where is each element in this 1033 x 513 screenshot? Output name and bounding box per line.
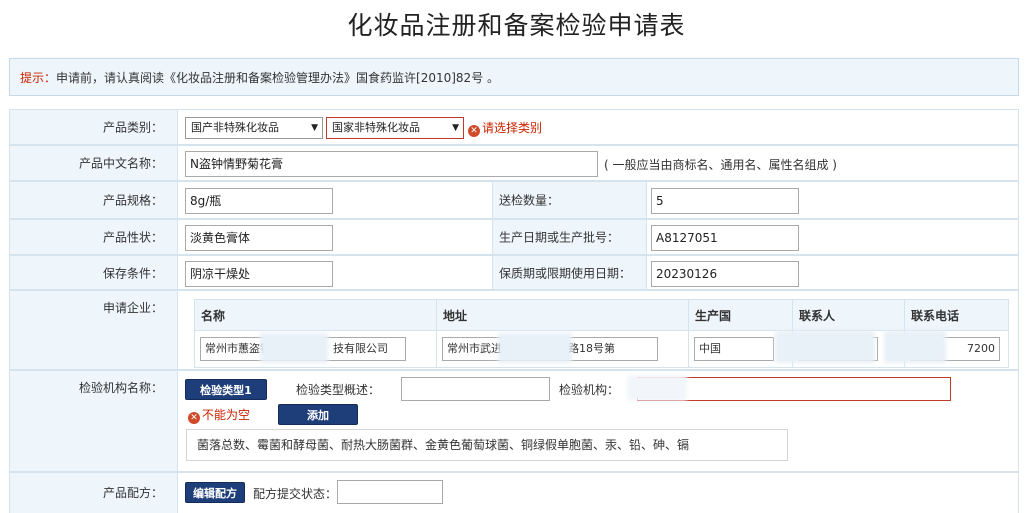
category-label: 产品类别： <box>10 110 178 144</box>
enterprise-header-contact: 联系人 <box>792 299 905 331</box>
inspection-overview-label: 检验类型概述： <box>296 383 381 397</box>
enterprise-label: 申请企业： <box>10 291 178 369</box>
spec-label: 产品规格： <box>10 182 178 218</box>
enterprise-header-address: 地址 <box>436 299 689 331</box>
error-icon: ✕ <box>188 412 200 424</box>
category-select-2-value: 国家非特殊化妆品 <box>332 121 420 134</box>
redaction-blur <box>775 331 875 363</box>
nature-label: 产品性状： <box>10 220 178 254</box>
category-error: ✕ 请选择类别 <box>468 119 542 137</box>
row-inspection: 检验机构名称： 检验类型1 检验类型概述： 检验机构： ✕ 不能为空 添加 菌落总… <box>9 370 1019 472</box>
enterprise-address-end: 路18号第 <box>568 342 615 355</box>
enterprise-header-country: 生产国 <box>688 299 793 331</box>
enterprise-country-input[interactable]: 中国 <box>694 337 774 361</box>
notice-text: 申请前，请认真阅读《化妆品注册和备案检验管理办法》国食药监许[2010]82号 … <box>56 71 500 85</box>
row-category: 产品类别： 国产非特殊化妆品 ▼ 国家非特殊化妆品 ▼ ✕ 请选择类别 <box>9 109 1019 145</box>
cn-name-hint: ( 一般应当由商标名、通用名、属性名组成 ) <box>604 158 837 172</box>
inspection-type-button[interactable]: 检验类型1 <box>185 379 267 400</box>
dropdown-arrow-icon: ▼ <box>311 123 318 133</box>
enterprise-name-end: 技有限公司 <box>333 342 388 355</box>
storage-input[interactable]: 阴凉干燥处 <box>185 261 333 287</box>
spec-input[interactable]: 8g/瓶 <box>185 188 333 214</box>
enterprise-header-phone: 联系电话 <box>904 299 1009 331</box>
qty-input[interactable]: 5 <box>651 188 799 214</box>
nature-input[interactable]: 淡黄色膏体 <box>185 225 333 251</box>
formula-label: 产品配方： <box>10 473 178 513</box>
notice-bar: 提示：申请前，请认真阅读《化妆品注册和备案检验管理办法》国食药监许[2010]8… <box>9 58 1019 96</box>
storage-label: 保存条件： <box>10 256 178 289</box>
category-select-1-value: 国产非特殊化妆品 <box>191 121 279 134</box>
formula-status-input[interactable] <box>337 480 443 504</box>
expiry-label: 保质期或限期使用日期： <box>492 256 647 289</box>
inspection-error: ✕ 不能为空 <box>188 406 250 424</box>
inspection-org-label: 检验机构： <box>559 383 620 397</box>
batch-label: 生产日期或生产批号： <box>492 220 647 254</box>
formula-status-label: 配方提交状态： <box>253 487 338 501</box>
cn-name-input[interactable]: N盗钟情野菊花膏 <box>185 151 598 177</box>
inspection-overview-input[interactable] <box>401 377 550 401</box>
edit-formula-button[interactable]: 编辑配方 <box>185 482 245 503</box>
row-enterprise: 申请企业： 名称 地址 生产国 联系人 联系电话 常州市蕙盗钟 技有限公司 常州市… <box>9 290 1019 370</box>
inspection-label: 检验机构名称： <box>10 371 178 471</box>
enterprise-header-name: 名称 <box>194 299 437 331</box>
category-select-2[interactable]: 国家非特殊化妆品 ▼ <box>326 117 464 139</box>
error-icon: ✕ <box>468 125 480 137</box>
page-title: 化妆品注册和备案检验申请表 <box>347 11 686 40</box>
redaction-blur <box>884 331 946 363</box>
enterprise-address-start: 常州市武进 <box>447 342 502 355</box>
row-nature: 产品性状： 淡黄色膏体 生产日期或生产批号： A8127051 <box>9 219 1019 255</box>
row-storage: 保存条件： 阴凉干燥处 保质期或限期使用日期： 20230126 <box>9 255 1019 290</box>
add-button[interactable]: 添加 <box>278 404 358 425</box>
batch-input[interactable]: A8127051 <box>651 225 799 251</box>
category-error-text: 请选择类别 <box>482 121 543 135</box>
redaction-blur <box>498 333 572 363</box>
inspection-items: 菌落总数、霉菌和酵母菌、耐热大肠菌群、金黄色葡萄球菌、铜绿假单胞菌、汞、铅、砷、… <box>186 429 788 461</box>
qty-label: 送检数量： <box>492 182 647 218</box>
notice-label: 提示： <box>20 71 57 85</box>
row-formula: 产品配方： 编辑配方 配方提交状态： <box>9 472 1019 513</box>
dropdown-arrow-icon: ▼ <box>452 123 459 133</box>
expiry-input[interactable]: 20230126 <box>651 261 799 287</box>
row-cn-name: 产品中文名称： N盗钟情野菊花膏 ( 一般应当由商标名、通用名、属性名组成 ) <box>9 145 1019 181</box>
category-select-1[interactable]: 国产非特殊化妆品 ▼ <box>185 117 323 139</box>
redaction-blur <box>260 333 328 363</box>
redaction-blur <box>627 375 687 401</box>
row-spec: 产品规格： 8g/瓶 送检数量： 5 <box>9 181 1019 219</box>
inspection-error-text: 不能为空 <box>202 408 251 422</box>
cn-name-label: 产品中文名称： <box>10 146 178 180</box>
